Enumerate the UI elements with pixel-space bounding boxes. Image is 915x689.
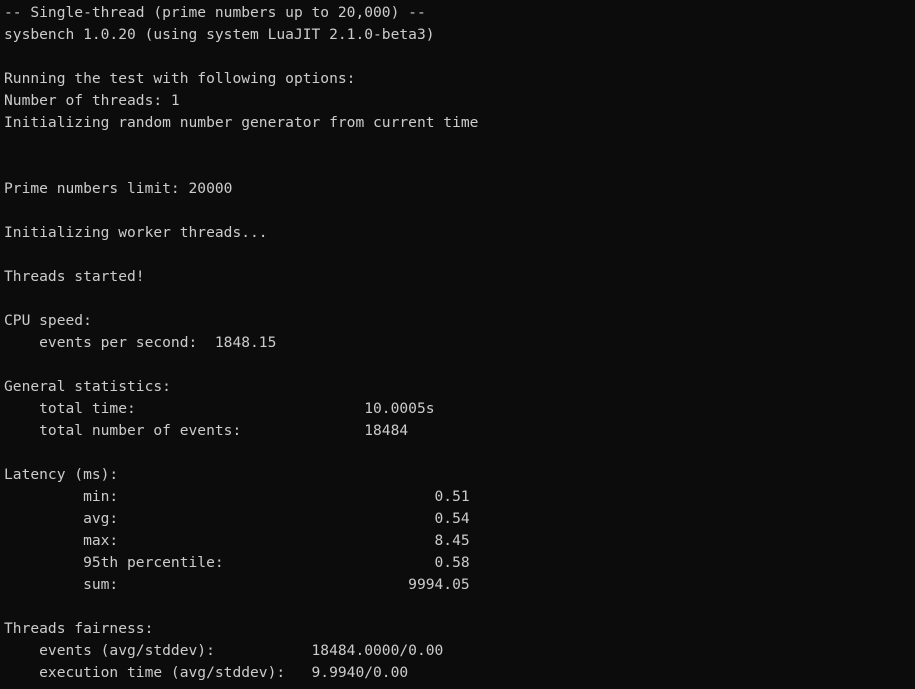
options-heading: Running the test with following options: (4, 70, 356, 87)
fairness-events-line: events (avg/stddev): 18484.0000/0.00 (4, 642, 444, 659)
threads-fairness-heading: Threads fairness: (4, 620, 154, 637)
latency-heading: Latency (ms): (4, 466, 119, 483)
cpu-speed-heading: CPU speed: (4, 312, 92, 329)
total-time-line: total time: 10.0005s (4, 400, 435, 417)
worker-init-line: Initializing worker threads... (4, 224, 268, 241)
rng-init-line: Initializing random number generator fro… (4, 114, 479, 131)
terminal-window[interactable]: -- Single-thread (prime numbers up to 20… (0, 0, 915, 689)
latency-sum-line: sum: 9994.05 (4, 576, 470, 593)
sysbench-version: sysbench 1.0.20 (using system LuaJIT 2.1… (4, 26, 435, 43)
general-statistics-heading: General statistics: (4, 378, 171, 395)
prime-limit-line: Prime numbers limit: 20000 (4, 180, 233, 197)
latency-max-line: max: 8.45 (4, 532, 470, 549)
latency-avg-line: avg: 0.54 (4, 510, 470, 527)
total-events-line: total number of events: 18484 (4, 422, 409, 439)
latency-min-line: min: 0.51 (4, 488, 470, 505)
latency-95th-line: 95th percentile: 0.58 (4, 554, 470, 571)
benchmark-header: -- Single-thread (prime numbers up to 20… (4, 4, 426, 21)
threads-option: Number of threads: 1 (4, 92, 180, 109)
events-per-second-line: events per second: 1848.15 (4, 334, 277, 351)
threads-started-line: Threads started! (4, 268, 145, 285)
fairness-execution-time-line: execution time (avg/stddev): 9.9940/0.00 (4, 664, 409, 681)
